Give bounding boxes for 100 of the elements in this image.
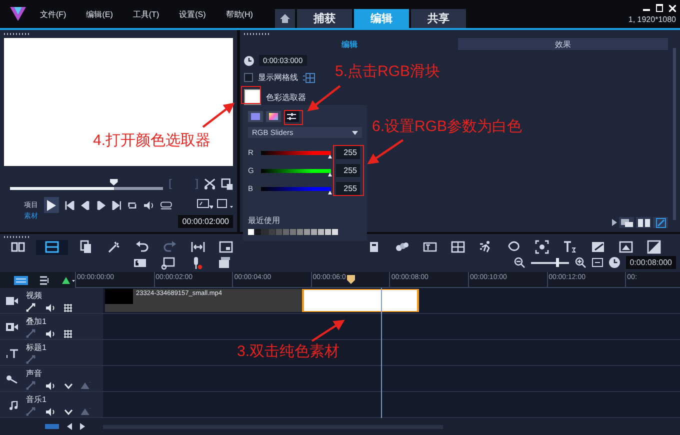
chevron-down-icon[interactable] (64, 408, 73, 414)
hd-icon[interactable] (160, 201, 172, 210)
volume-icon[interactable] (144, 201, 154, 210)
spectrum-icon (269, 113, 278, 120)
track-header[interactable]: 声音 (0, 366, 103, 391)
recent-color-swatch[interactable] (248, 229, 254, 235)
recent-color-swatch[interactable] (311, 229, 317, 235)
menu-item[interactable]: 编辑(E) (86, 8, 113, 20)
options-tab[interactable]: 编辑 (244, 38, 454, 50)
timecode-field[interactable]: 00:00:02:000 (178, 215, 233, 228)
chevron-down-icon[interactable] (64, 382, 73, 388)
volume-icon[interactable] (46, 408, 56, 416)
track-header[interactable]: 音乐1 (0, 392, 103, 417)
undo-icon (135, 240, 149, 254)
skip-start-icon[interactable] (65, 201, 75, 210)
triangle-icon[interactable] (81, 408, 91, 415)
track-header[interactable]: 视频 (0, 288, 103, 313)
recent-color-swatch[interactable] (276, 229, 282, 235)
grid-icon[interactable] (303, 72, 315, 82)
color-picker-label: 色彩选取器 (266, 92, 306, 102)
track-name: 叠加1 (26, 316, 48, 327)
step-back-icon[interactable] (80, 201, 90, 210)
clock-icon (244, 56, 254, 66)
main-tab[interactable]: 捕获 (296, 9, 352, 28)
link-icon[interactable] (26, 303, 38, 312)
skip-end-icon[interactable] (112, 201, 122, 210)
spectrum-mode-button[interactable] (266, 111, 281, 122)
track-header[interactable]: 叠加1 (0, 314, 103, 339)
channel-value-field[interactable]: 255 (336, 182, 360, 195)
volume-icon[interactable] (46, 304, 56, 312)
clock-icon (608, 257, 620, 268)
copy-icon (79, 240, 93, 254)
scissors-icon[interactable] (204, 178, 216, 190)
annotation-arrow (367, 139, 404, 164)
annotation-text: 6.设置RGB参数为白色 (372, 117, 522, 136)
recent-color-swatch[interactable] (332, 229, 338, 235)
track-manager-icon[interactable] (14, 276, 28, 284)
aspect-ratio-icon[interactable] (197, 199, 213, 209)
track-name: 标题1 (26, 342, 46, 353)
menu-item[interactable]: 设置(S) (179, 8, 206, 20)
scrollbar[interactable] (673, 48, 676, 220)
marker-icon[interactable] (62, 276, 75, 284)
layers-button[interactable] (619, 217, 634, 228)
recent-color-swatch[interactable] (290, 229, 296, 235)
text-3d-icon (563, 240, 577, 254)
recent-color-swatch[interactable] (262, 229, 268, 235)
main-tab[interactable]: 共享 (410, 9, 466, 28)
fit-timeline-icon[interactable] (592, 257, 603, 268)
scroll-right-icon[interactable] (80, 423, 85, 430)
zoom-out-icon[interactable] (514, 257, 525, 268)
repeat-icon[interactable] (127, 201, 138, 210)
scroll-left-icon[interactable] (67, 423, 72, 430)
sliders-mode-button[interactable] (284, 111, 299, 122)
checkered-icon (591, 240, 605, 254)
recent-color-swatch[interactable] (325, 229, 331, 235)
recent-color-swatch[interactable] (297, 229, 303, 235)
recent-color-swatch[interactable] (318, 229, 324, 235)
swatch-icon (251, 113, 260, 120)
chapter-list-icon[interactable] (40, 276, 50, 284)
color-clip[interactable] (302, 289, 419, 312)
close-icon[interactable] (669, 4, 676, 12)
image-edit-icon (619, 240, 633, 254)
timeline-view-button[interactable] (36, 240, 68, 254)
triangle-icon[interactable] (81, 382, 91, 389)
recent-color-swatch[interactable] (283, 229, 289, 235)
swatch-mode-button[interactable] (248, 111, 263, 122)
export-frame-icon[interactable] (221, 178, 233, 190)
channel-value-field[interactable]: 255 (336, 164, 360, 177)
menu-item[interactable]: 帮助(H) (226, 8, 253, 20)
volume-icon[interactable] (46, 330, 56, 338)
track-name: 音乐1 (26, 394, 48, 405)
scrub-bar[interactable] (10, 178, 163, 190)
channel-value-field[interactable]: 255 (336, 146, 360, 159)
menu-item[interactable]: 文件(F) (40, 8, 66, 20)
home-tab[interactable] (274, 9, 295, 28)
annotation-text: 4.打开颜色选取器 (93, 131, 211, 150)
clip-icon (367, 240, 381, 254)
options-tab[interactable]: 效果 (458, 38, 668, 50)
recent-color-swatch[interactable] (269, 229, 275, 235)
volume-icon[interactable] (46, 382, 56, 390)
step-forward-icon[interactable] (96, 201, 106, 210)
zoom-in-icon[interactable] (574, 257, 586, 268)
maximize-icon[interactable] (656, 4, 663, 12)
pattern-icon[interactable] (64, 304, 72, 312)
edit-button[interactable] (653, 217, 668, 228)
track-header[interactable]: 标题1 (0, 340, 103, 365)
grid-checkbox[interactable] (244, 73, 253, 82)
split-button[interactable] (636, 217, 651, 228)
play-button[interactable] (44, 197, 60, 213)
project-duration-field[interactable]: 0:00:08:000 (626, 256, 676, 269)
recent-color-swatch[interactable] (304, 229, 310, 235)
circles-icon (395, 240, 409, 254)
crop-icon[interactable] (217, 199, 233, 209)
playhead-marker-icon[interactable] (347, 275, 355, 284)
pattern-icon[interactable] (64, 330, 72, 338)
recent-color-swatch[interactable] (255, 229, 261, 235)
menu-item[interactable]: 工具(T) (132, 8, 160, 20)
play-small-icon[interactable] (612, 219, 617, 226)
track-name: 视频 (26, 290, 43, 301)
annotation-arrow (202, 102, 235, 128)
